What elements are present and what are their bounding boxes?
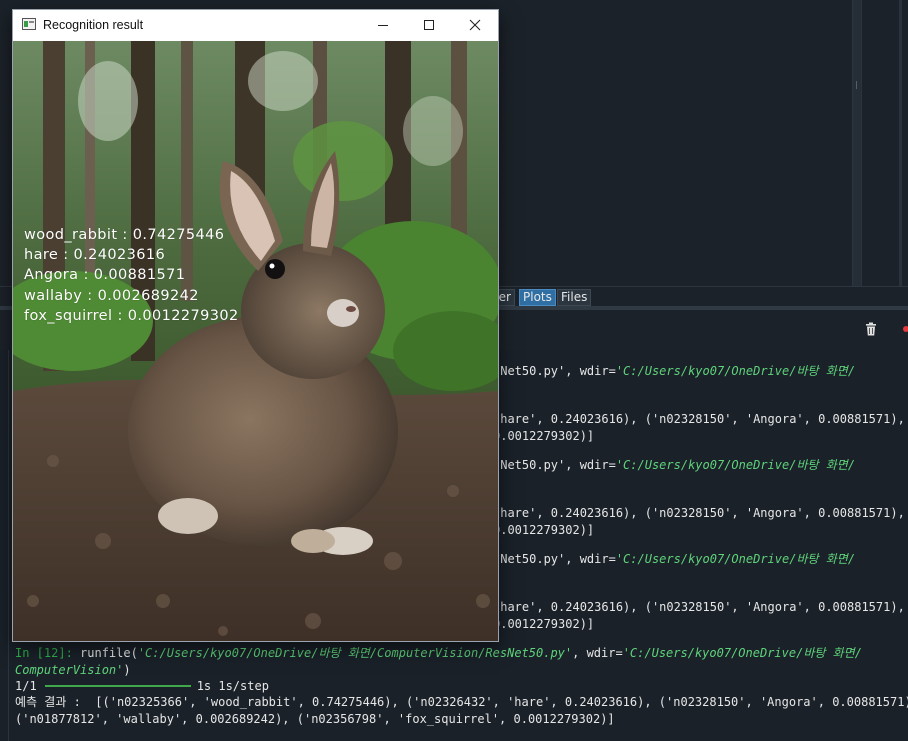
result-line: 예측 결과 : [('n02325366', 'wood_rabbit', 0.… — [15, 695, 908, 709]
minimize-button[interactable] — [360, 10, 406, 41]
maximize-icon — [424, 20, 434, 30]
rabbit-photo — [13, 41, 498, 641]
prediction-label: hare : 0.24023616 — [24, 247, 166, 263]
console-line: sNet50.py', wdir='C:/Users/kyo07/OneDriv… — [493, 552, 856, 566]
recognition-result-window[interactable]: Recognition result wood_rabbit: 0.74275… — [12, 9, 499, 642]
prediction-label: fox_squirrel : 0.0012279302 — [24, 308, 239, 324]
close-icon — [469, 19, 481, 31]
window-titlebar[interactable]: Recognition result — [13, 10, 498, 41]
console-prompt: In [12]: — [15, 646, 73, 660]
console-input-line: In [12]: runfile('C:/Users/kyo07/OneDriv… — [15, 646, 862, 660]
tab-plots[interactable]: Plots — [519, 289, 556, 306]
console-line: 0.0012279302)] — [493, 523, 595, 537]
window-title: Recognition result — [43, 18, 144, 32]
result-line: ('n01877812', 'wallaby', 0.002689242), (… — [15, 712, 615, 726]
vertical-scrollbar[interactable] — [899, 0, 902, 288]
stop-indicator-icon[interactable] — [903, 326, 908, 332]
progress-bar — [44, 684, 191, 687]
prediction-label: Angora : 0.00881571 — [24, 267, 186, 283]
console-line: 'hare', 0.24023616), ('n02328150', 'Ango… — [493, 600, 905, 614]
splitter-grip-icon[interactable]: | — [854, 80, 859, 89]
close-button[interactable] — [452, 10, 498, 41]
progress-line: 1/1 1s 1s/step — [15, 679, 269, 693]
prediction-label: wallaby : 0.002689242 — [24, 288, 199, 304]
maximize-button[interactable] — [406, 10, 452, 41]
console-line: sNet50.py', wdir='C:/Users/kyo07/OneDriv… — [493, 458, 856, 472]
console-line: 'hare', 0.24023616), ('n02328150', 'Ango… — [493, 506, 905, 520]
tab-files[interactable]: Files — [557, 289, 592, 306]
console-input-line: ComputerVision') — [15, 663, 131, 677]
console-line: sNet50.py', wdir='C:/Users/kyo07/OneDriv… — [493, 364, 856, 378]
trash-icon[interactable] — [865, 322, 877, 336]
app-icon — [22, 18, 36, 30]
pane-splitter[interactable] — [852, 0, 862, 288]
minimize-icon — [378, 25, 388, 26]
console-line: 'hare', 0.24023616), ('n02328150', 'Ango… — [493, 412, 905, 426]
prediction-label: wood_rabbit : 0.74275446 — [24, 227, 225, 243]
console-line: 0.0012279302)] — [493, 617, 595, 631]
console-line: 0.0012279302)] — [493, 429, 595, 443]
